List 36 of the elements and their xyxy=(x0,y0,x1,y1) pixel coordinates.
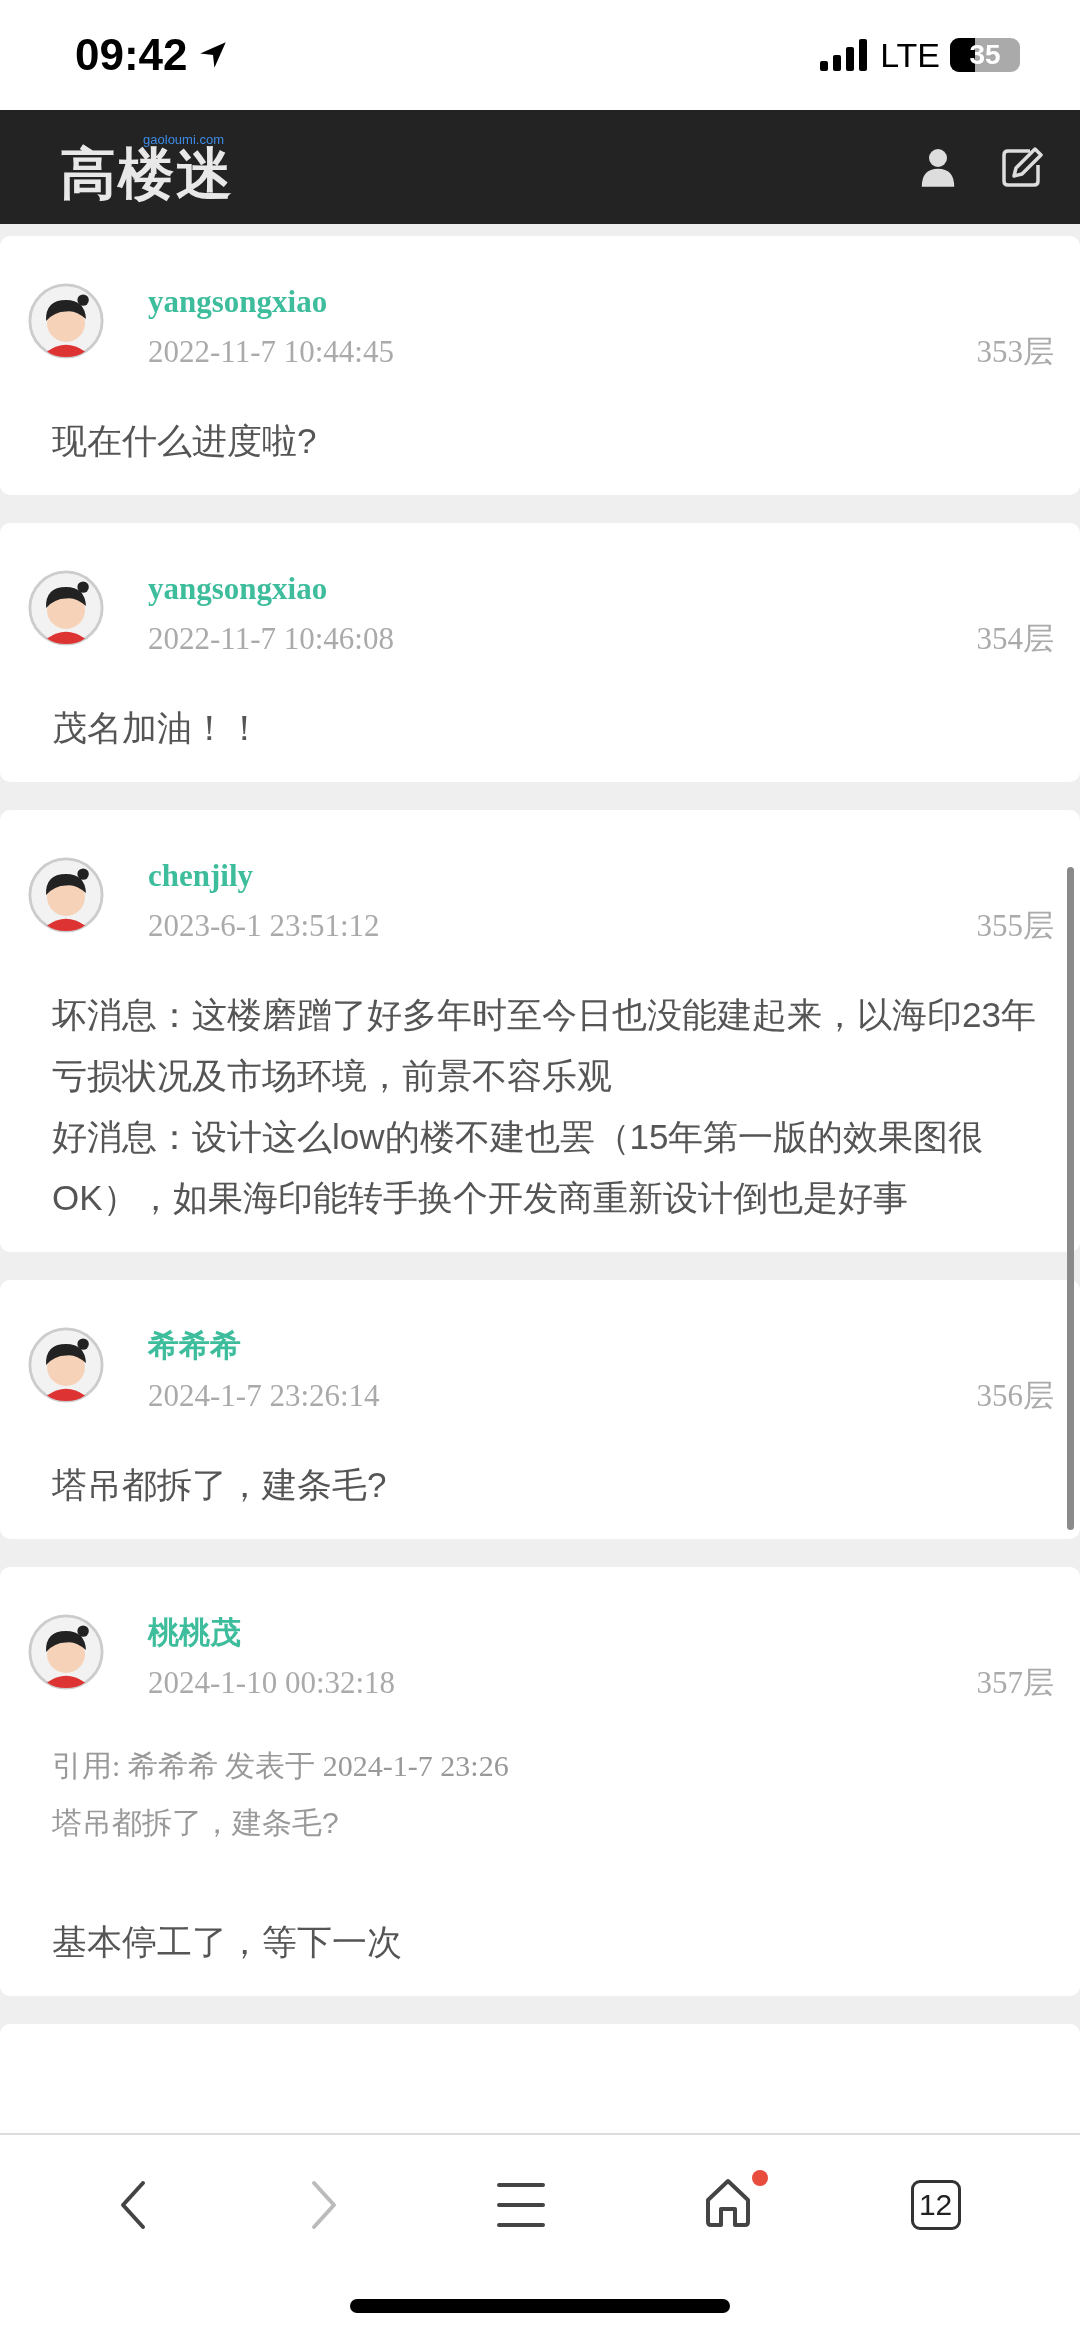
author-name[interactable]: chenjily xyxy=(148,854,254,898)
floor-number: 355层 xyxy=(976,907,1054,945)
site-logo[interactable]: gaoloumi.com 高楼迷 xyxy=(60,132,234,202)
avatar-icon xyxy=(28,1614,104,1690)
avatar-icon xyxy=(28,1327,104,1403)
post-date: 2022-11-7 10:46:08 xyxy=(148,621,394,657)
post-date: 2024-1-7 23:26:14 xyxy=(148,1378,380,1414)
quote-text: 塔吊都拆了，建条毛? xyxy=(52,1805,339,1841)
avatar-icon xyxy=(28,857,104,933)
floor-number: 353层 xyxy=(976,333,1054,371)
post-date: 2023-6-1 23:51:12 xyxy=(148,908,380,944)
clock-time: 09:42 xyxy=(75,30,188,80)
post-text: 坏消息：这楼磨蹭了好多年时至今日也没能建起来，以海印23年亏损状况及市场环境，前景不容乐观 xyxy=(52,994,1037,1097)
post-date: 2022-11-7 10:44:45 xyxy=(148,334,394,370)
author-name[interactable]: 桃桃茂 xyxy=(148,1611,241,1655)
author-name[interactable]: yangsongxiao xyxy=(148,280,328,324)
post-text: 茂名加油！！ xyxy=(52,707,262,749)
quote-header: 引用: 希希希 发表于 2024-1-7 23:26 xyxy=(52,1748,509,1784)
avatar-icon xyxy=(28,570,104,646)
user-icon[interactable] xyxy=(920,147,956,187)
floor-number: 357层 xyxy=(976,1664,1054,1702)
author-name[interactable]: 希希希 xyxy=(148,1324,241,1368)
post-date: 2024-1-10 00:32:18 xyxy=(148,1665,396,1701)
post-text: 好消息：设计这么low的楼不建也罢（15年第一版的效果图很OK），如果海印能转手换个开发商重新设计倒也是好事 xyxy=(52,1116,985,1219)
post-text: 基本停工了，等下一次 xyxy=(52,1921,402,1963)
post-text: 塔吊都拆了，建条毛? xyxy=(52,1464,387,1506)
floor-number: 356层 xyxy=(976,1377,1054,1415)
home-icon[interactable] xyxy=(703,2178,752,2228)
author-name[interactable]: yangsongxiao xyxy=(148,567,328,611)
tab-count-button[interactable]: 12 xyxy=(910,2180,961,2230)
menu-icon[interactable] xyxy=(497,2181,545,2229)
avatar-icon xyxy=(28,283,104,359)
edit-icon[interactable] xyxy=(1000,145,1044,189)
network-label: LTE xyxy=(880,35,940,75)
floor-number: 354层 xyxy=(976,620,1054,658)
post-text: 现在什么进度啦? xyxy=(52,420,317,462)
